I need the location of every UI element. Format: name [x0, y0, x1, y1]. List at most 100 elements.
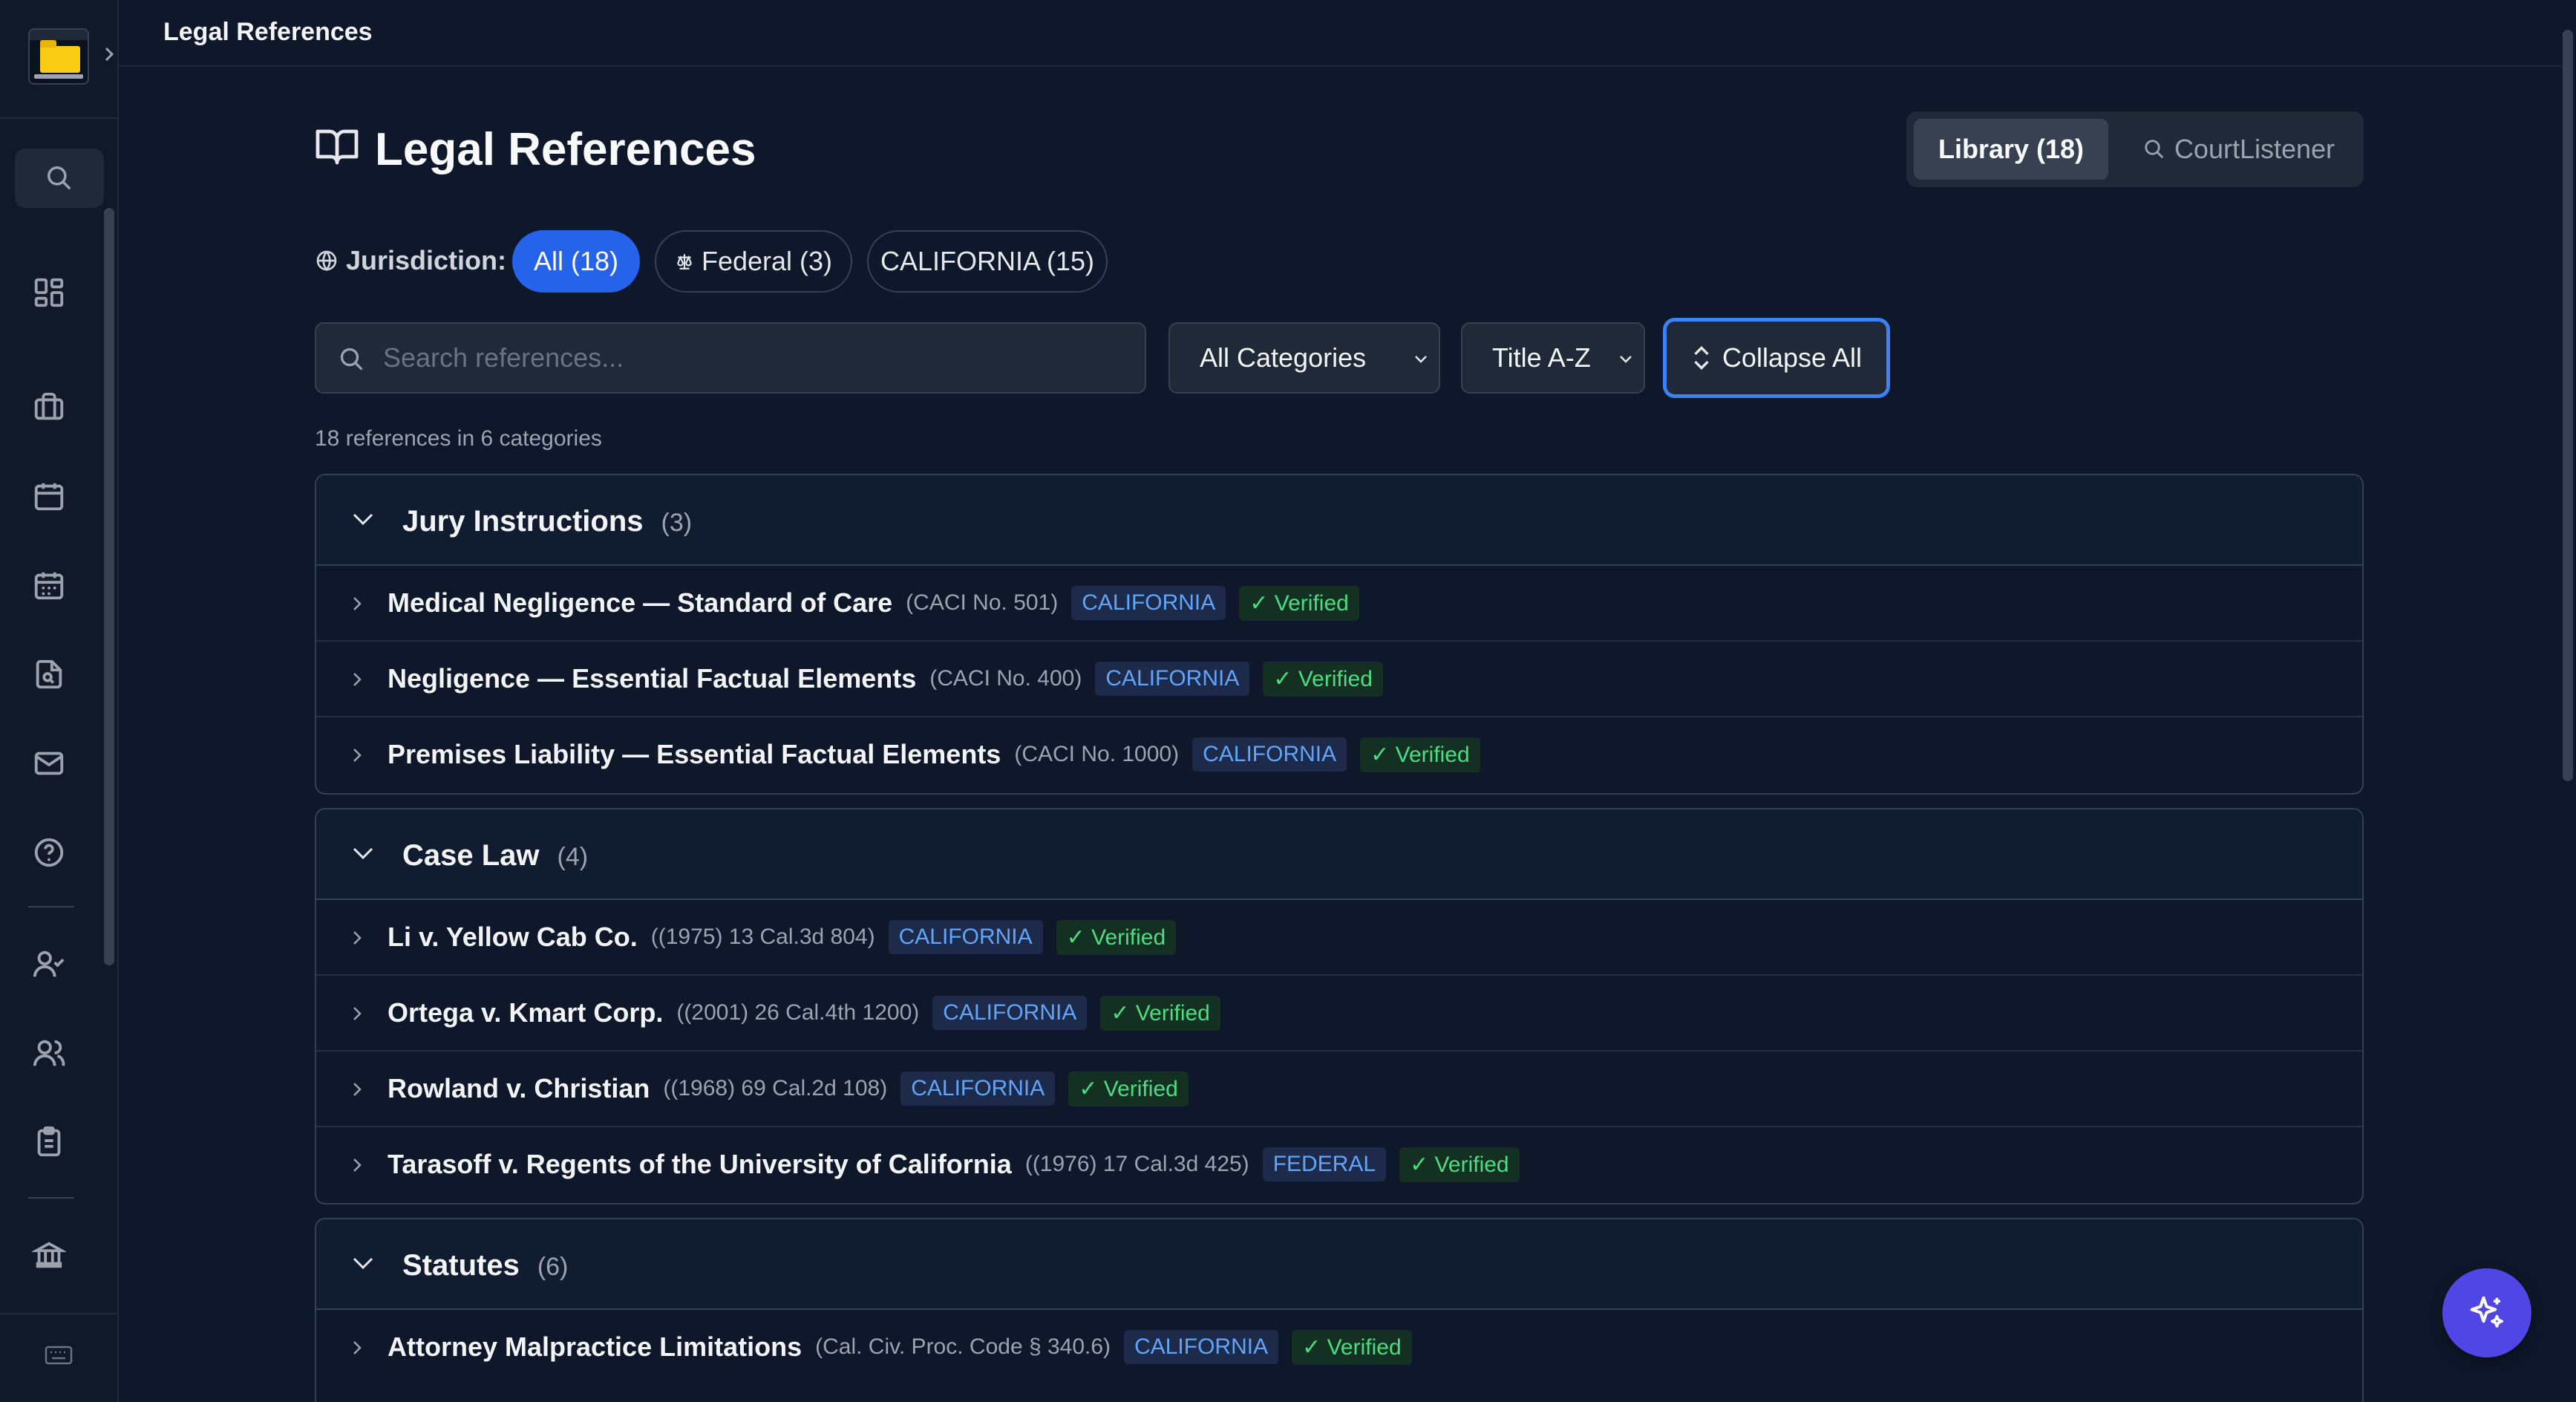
- reference-summary: 18 references in 6 categories: [315, 426, 602, 451]
- reference-row[interactable]: Tarasoff v. Regents of the University of…: [316, 1127, 2362, 1203]
- chevron-right-icon: [353, 597, 362, 610]
- sidebar-item-legal-references[interactable]: [30, 1236, 68, 1274]
- jurisdiction-badge: CALIFORNIA: [1192, 737, 1347, 772]
- search-icon: [48, 166, 71, 190]
- page-scrollbar[interactable]: [2563, 30, 2573, 781]
- category-section-jury-instructions: Jury Instructions (3) Medical Negligence …: [315, 474, 2364, 795]
- jurisdiction-pill-federal[interactable]: Federal (3): [655, 230, 852, 293]
- page-title: Legal References: [375, 124, 756, 175]
- reference-row[interactable]: Medical Negligence — Standard of Care (CA…: [316, 566, 2362, 642]
- sidebar-item-tasks[interactable]: [30, 1123, 68, 1161]
- jurisdiction-label: Jurisdiction:: [315, 245, 506, 276]
- reference-title: Medical Negligence — Standard of Care: [388, 587, 893, 618]
- section-title: Case Law (4): [402, 839, 589, 872]
- bank-icon: [32, 1242, 66, 1268]
- jurisdiction-pill-all[interactable]: All (18): [512, 230, 640, 293]
- reference-title: Negligence — Essential Factual Elements: [388, 663, 917, 694]
- sidebar-expand-icon[interactable]: [104, 46, 114, 62]
- sidebar-item-cases[interactable]: [30, 388, 68, 426]
- sidebar-item-mail[interactable]: [30, 744, 68, 783]
- verified-badge: ✓ Verified: [1239, 585, 1359, 621]
- sidebar-item-calendar[interactable]: [30, 477, 68, 515]
- verified-badge: ✓ Verified: [1399, 1147, 1520, 1182]
- reference-row[interactable]: Rowland v. Christian ((1968) 69 Cal.2d 10…: [316, 1052, 2362, 1127]
- sidebar-item-documents[interactable]: [30, 655, 68, 694]
- reference-citation: ((2001) 26 Cal.4th 1200): [676, 1000, 920, 1025]
- reference-citation: ((1968) 69 Cal.2d 108): [663, 1076, 888, 1101]
- reference-citation: (CACI No. 400): [929, 666, 1082, 691]
- section-count: (3): [661, 509, 693, 537]
- calendar-grid-icon: [34, 572, 64, 600]
- user-check-icon: [33, 951, 65, 977]
- ai-assistant-button[interactable]: [2442, 1268, 2531, 1357]
- sidebar-item-clients[interactable]: [30, 945, 68, 983]
- chevron-right-icon: [353, 931, 362, 945]
- reference-citation: ((1975) 13 Cal.3d 804): [650, 925, 875, 949]
- reference-title: Tarasoff v. Regents of the University of…: [388, 1149, 1012, 1179]
- sidebar-item-dashboard[interactable]: [30, 273, 68, 312]
- search-icon: [2145, 140, 2164, 159]
- chevron-down-icon: [1620, 356, 1632, 363]
- reference-title: Rowland v. Christian: [388, 1073, 650, 1103]
- reference-citation: (CACI No. 1000): [1014, 742, 1180, 766]
- chevron-right-icon: [353, 673, 362, 686]
- chevron-right-icon: [353, 1158, 362, 1172]
- document-search-icon: [36, 659, 62, 689]
- sidebar-search-button[interactable]: [15, 149, 104, 208]
- verified-badge: ✓ Verified: [1292, 1329, 1412, 1365]
- sort-select[interactable]: Title A-Z: [1461, 322, 1645, 394]
- library-tab[interactable]: Library (18): [1914, 119, 2108, 180]
- category-select-value: All Categories: [1200, 342, 1367, 373]
- reference-row[interactable]: Premises Liability — Essential Factual E…: [316, 717, 2362, 793]
- jurisdiction-badge: FEDERAL: [1262, 1147, 1387, 1181]
- chevron-down-icon: [353, 847, 373, 860]
- section-header[interactable]: Jury Instructions (3): [316, 475, 2362, 566]
- jurisdiction-badge: CALIFORNIA: [1095, 662, 1250, 696]
- chevron-down-icon: [353, 513, 373, 526]
- reference-title: Attorney Malpractice Limitations: [388, 1331, 802, 1362]
- app-logo[interactable]: [28, 28, 89, 85]
- section-header[interactable]: Statutes (6): [316, 1219, 2362, 1310]
- verified-badge: ✓ Verified: [1068, 1071, 1189, 1106]
- sidebar-item-help[interactable]: [30, 833, 68, 872]
- sidebar-item-contacts[interactable]: [30, 1034, 68, 1072]
- reference-row[interactable]: Li v. Yellow Cab Co. ((1975) 13 Cal.3d 80…: [316, 900, 2362, 976]
- reference-row[interactable]: Ortega v. Kmart Corp. ((2001) 26 Cal.4th …: [316, 976, 2362, 1052]
- dashboard-icon: [34, 278, 64, 307]
- reference-row[interactable]: Attorney Malpractice Limitations (Cal. Ci…: [316, 1310, 2362, 1386]
- users-icon: [33, 1040, 65, 1066]
- book-open-icon: [316, 129, 359, 165]
- reference-title: Ortega v. Kmart Corp.: [388, 997, 664, 1028]
- jurisdiction-label-text: Jurisdiction:: [346, 245, 507, 275]
- jurisdiction-badge: CALIFORNIA: [1124, 1330, 1279, 1364]
- category-select[interactable]: All Categories: [1168, 322, 1440, 394]
- collapse-all-label: Collapse All: [1722, 342, 1863, 373]
- verified-badge: ✓ Verified: [1263, 661, 1383, 697]
- reference-citation: ((1976) 17 Cal.3d 425): [1024, 1152, 1249, 1176]
- keyboard-icon[interactable]: [45, 1344, 73, 1366]
- jurisdiction-pill-california[interactable]: CALIFORNIA (15): [867, 230, 1108, 293]
- jurisdiction-badge: CALIFORNIA: [900, 1072, 1056, 1106]
- search-box: [315, 322, 1146, 394]
- category-section-statutes: Statutes (6) Attorney Malpractice Limitat…: [315, 1218, 2364, 1402]
- category-section-case-law: Case Law (4) Li v. Yellow Cab Co. ((1975) …: [315, 808, 2364, 1204]
- sidebar-scrollbar[interactable]: [104, 208, 114, 965]
- reference-row[interactable]: Negligence — Essential Factual Elements (…: [316, 642, 2362, 717]
- verified-badge: ✓ Verified: [1100, 995, 1220, 1031]
- reference-title: Li v. Yellow Cab Co.: [388, 922, 638, 952]
- mail-icon: [34, 751, 64, 775]
- chevron-right-icon: [353, 1007, 362, 1020]
- collapse-all-button[interactable]: Collapse All: [1663, 318, 1890, 398]
- reference-citation: (Cal. Civ. Proc. Code § 340.6): [815, 1334, 1111, 1359]
- section-header[interactable]: Case Law (4): [316, 809, 2362, 900]
- verified-badge: ✓ Verified: [1360, 737, 1480, 772]
- jurisdiction-badge: CALIFORNIA: [888, 920, 1043, 954]
- briefcase-icon: [34, 392, 64, 420]
- clipboard-icon: [37, 1126, 61, 1157]
- top-bar: Legal References: [119, 0, 2561, 67]
- globe-icon: [316, 250, 337, 272]
- search-input[interactable]: [383, 324, 1133, 392]
- sidebar-item-schedule[interactable]: [30, 566, 68, 604]
- verified-badge: ✓ Verified: [1056, 919, 1177, 955]
- courtlistener-tab[interactable]: CourtListener: [2122, 119, 2356, 180]
